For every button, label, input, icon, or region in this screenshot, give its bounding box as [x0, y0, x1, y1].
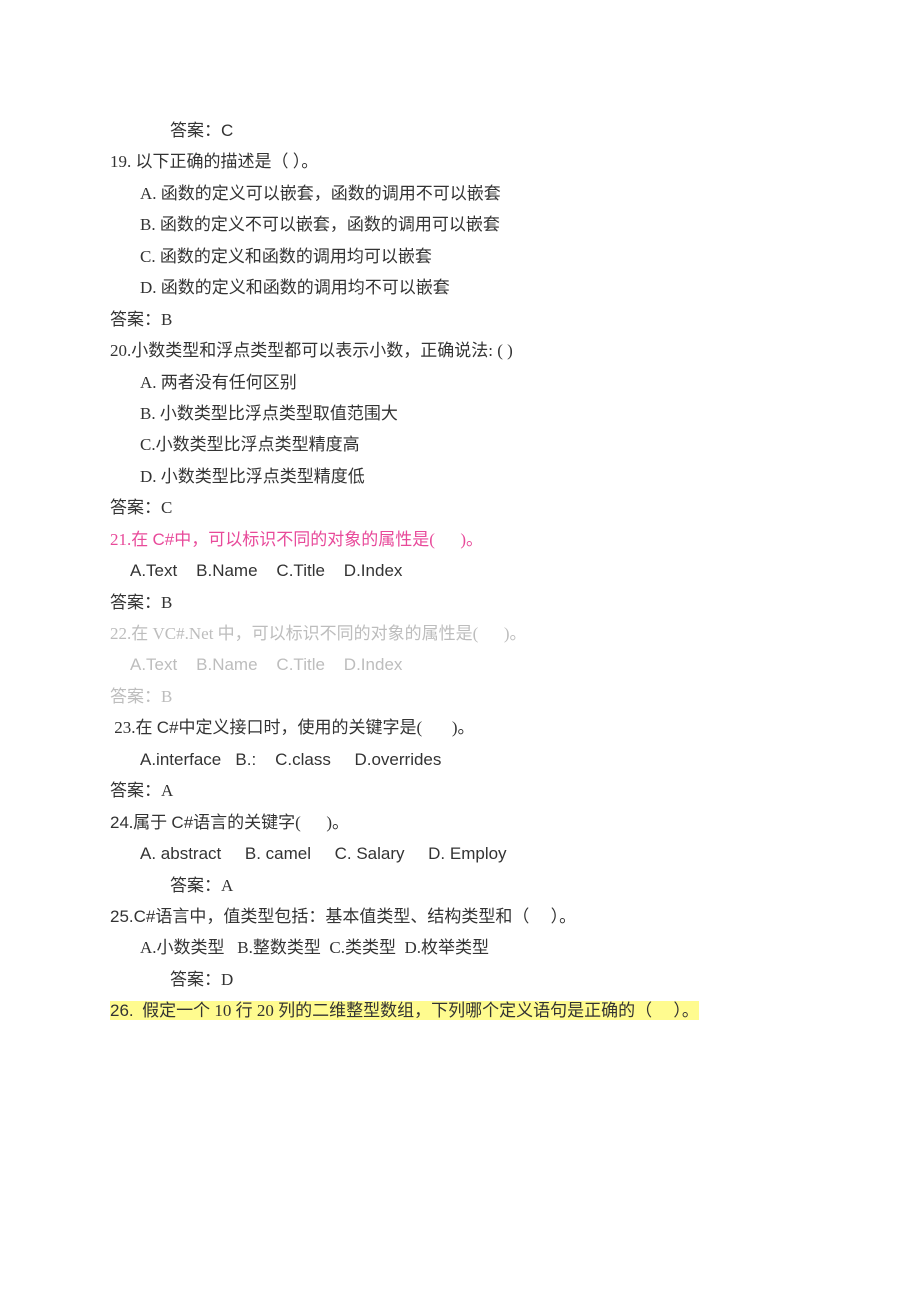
- q22-options: A.Text B.Name C.Title D.Index: [110, 649, 800, 680]
- question-23-stem: 23.在 C#中定义接口时，使用的关键字是( )。: [110, 712, 800, 743]
- question-20-stem: 20.小数类型和浮点类型都可以表示小数，正确说法: ( ): [110, 335, 800, 366]
- q23-pre: 23.在: [110, 718, 157, 737]
- answer-25: 答案：D: [110, 964, 800, 995]
- q26-stem-text: 假定一个 10 行 20 列的二维整型数组，下列哪个定义语句是正确的（ ）。: [134, 1001, 699, 1020]
- q23-csharp: C#: [157, 718, 179, 737]
- q24-options: A. abstract B. camel C. Salary D. Employ: [110, 838, 800, 869]
- page-content: 答案：C 19. 以下正确的描述是（ ）。 A. 函数的定义可以嵌套，函数的调用…: [0, 0, 920, 1077]
- q19-opt-b: B. 函数的定义不可以嵌套，函数的调用可以嵌套: [110, 209, 800, 240]
- answer-18: 答案：C: [110, 115, 800, 146]
- q20-opt-c: C.小数类型比浮点类型精度高: [110, 429, 800, 460]
- q20-opt-a: A. 两者没有任何区别: [110, 367, 800, 398]
- q20-opt-b: B. 小数类型比浮点类型取值范围大: [110, 398, 800, 429]
- answer-20: 答案：C: [110, 492, 800, 523]
- question-22-stem: 22.在 VC#.Net 中，可以标识不同的对象的属性是( )。: [110, 618, 800, 649]
- q25-num: 25.C#: [110, 907, 155, 926]
- q24-num: 24: [110, 813, 129, 832]
- q23-post: 中定义接口时，使用的关键字是( )。: [178, 718, 474, 737]
- question-19-stem: 19. 以下正确的描述是（ ）。: [110, 146, 800, 177]
- question-21-stem: 21.在 C#中，可以标识不同的对象的属性是( )。: [110, 524, 800, 555]
- answer-22: 答案：B: [110, 681, 800, 712]
- q21-csharp: C#: [153, 530, 175, 549]
- q24-csharp: C#: [171, 813, 193, 832]
- q21-options: A.Text B.Name C.Title D.Index: [110, 555, 800, 586]
- q26-num: 26.: [110, 1001, 134, 1020]
- q25-options: A.小数类型 B.整数类型 C.类类型 D.枚举类型: [110, 932, 800, 963]
- q19-opt-a: A. 函数的定义可以嵌套，函数的调用不可以嵌套: [110, 178, 800, 209]
- q21-pre: 21.在: [110, 530, 153, 549]
- q20-opt-d: D. 小数类型比浮点类型精度低: [110, 461, 800, 492]
- question-26-stem: 26. 假定一个 10 行 20 列的二维整型数组，下列哪个定义语句是正确的（ …: [110, 995, 800, 1026]
- question-25-stem: 25.C#语言中，值类型包括：基本值类型、结构类型和（ ）。: [110, 901, 800, 932]
- q24-post: 语言的关键字( )。: [193, 813, 349, 832]
- answer-24: 答案：A: [110, 870, 800, 901]
- q21-post: 中，可以标识不同的对象的属性是( )。: [174, 530, 483, 549]
- q19-opt-d: D. 函数的定义和函数的调用均不可以嵌套: [110, 272, 800, 303]
- answer-21: 答案：B: [110, 587, 800, 618]
- q19-opt-c: C. 函数的定义和函数的调用均可以嵌套: [110, 241, 800, 272]
- q25-post: 语言中，值类型包括：基本值类型、结构类型和（ ）。: [155, 907, 576, 926]
- q24-mid1: .属于: [129, 813, 172, 832]
- question-24-stem: 24.属于 C#语言的关键字( )。: [110, 807, 800, 838]
- answer-19: 答案：B: [110, 304, 800, 335]
- q23-options: A.interface B.: C.class D.overrides: [110, 744, 800, 775]
- answer-23: 答案：A: [110, 775, 800, 806]
